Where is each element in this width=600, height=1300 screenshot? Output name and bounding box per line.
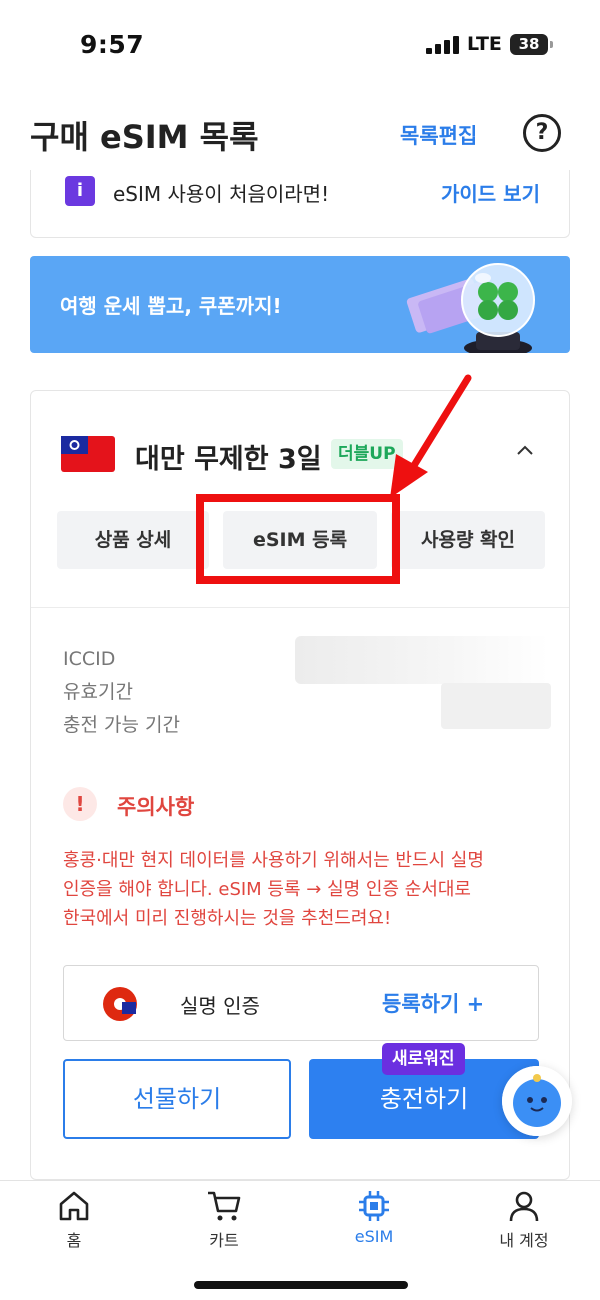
caution-title: 주의사항 xyxy=(117,795,195,819)
page-title: 구매 eSIM 목록 xyxy=(30,118,259,156)
fortune-crystal-ball-icon xyxy=(406,263,535,353)
network-type: LTE xyxy=(467,33,502,55)
nav-cart[interactable]: 카트 xyxy=(164,1189,284,1251)
redacted-value xyxy=(441,683,551,729)
gift-button[interactable]: 선물하기 xyxy=(63,1059,291,1139)
caution-line: 한국에서 미리 진행하시는 것을 추천드려요! xyxy=(63,908,392,929)
validity-label: 유효기간 xyxy=(63,681,133,703)
home-icon xyxy=(59,1191,89,1221)
page-header: 구매 eSIM 목록 목록편집 ? xyxy=(0,100,600,170)
caution-line: 홍콩·대만 현지 데이터를 사용하기 위해서는 반드시 실명 xyxy=(63,850,484,871)
new-badge: 새로워진 xyxy=(382,1043,465,1075)
highlight-box xyxy=(196,494,400,584)
chevron-up-icon[interactable] xyxy=(513,439,537,463)
signal-icon xyxy=(426,36,460,54)
info-labels: ICCID 유효기간 충전 가능 기간 xyxy=(63,643,180,742)
nav-home-label: 홈 xyxy=(66,1231,82,1250)
guide-text: eSIM 사용이 처음이라면! xyxy=(113,182,330,206)
chatbot-icon[interactable] xyxy=(502,1066,572,1136)
status-bar: 9:57 LTE 38 xyxy=(0,0,600,90)
verify-label: 실명 인증 xyxy=(180,994,260,1018)
redacted-value xyxy=(295,636,549,684)
status-time: 9:57 xyxy=(80,30,145,59)
caution-text: 홍콩·대만 현지 데이터를 사용하기 위해서는 반드시 실명 인증을 해야 합니… xyxy=(63,846,543,933)
verify-register-button[interactable]: 등록하기 + xyxy=(382,988,484,1018)
nav-cart-label: 카트 xyxy=(209,1231,239,1250)
tab-product-detail[interactable]: 상품 상세 xyxy=(57,511,209,569)
caution-line: 인증을 해야 합니다. eSIM 등록 → 실명 인증 순서대로 xyxy=(63,879,471,900)
product-name: 대만 무제한 3일 xyxy=(135,444,322,475)
battery-level: 38 xyxy=(518,35,540,53)
red-arrow-icon xyxy=(390,374,472,498)
guide-card: i eSIM 사용이 처음이라면! 가이드 보기 xyxy=(30,170,570,238)
esim-chip-icon xyxy=(359,1191,389,1221)
battery-icon: 38 xyxy=(510,34,553,55)
iccid-label: ICCID xyxy=(63,648,116,670)
info-icon: i xyxy=(65,176,95,206)
divider xyxy=(31,607,569,608)
warning-icon: ! xyxy=(63,787,97,821)
nav-esim[interactable]: eSIM xyxy=(314,1189,434,1246)
edit-list-button[interactable]: 목록편집 xyxy=(400,120,477,150)
question-circle-icon[interactable]: ? xyxy=(523,114,561,152)
recharge-period-label: 충전 가능 기간 xyxy=(63,714,180,736)
taiwan-flag-icon xyxy=(61,436,115,472)
banner-text: 여행 운세 뽑고, 쿠폰까지! xyxy=(60,294,282,318)
promo-banner[interactable]: 여행 운세 뽑고, 쿠폰까지! xyxy=(30,256,570,353)
guide-view-link[interactable]: 가이드 보기 xyxy=(441,178,540,207)
account-icon xyxy=(509,1191,539,1222)
tab-usage-check[interactable]: 사용량 확인 xyxy=(391,511,545,569)
nav-home[interactable]: 홈 xyxy=(14,1189,134,1251)
cart-icon xyxy=(208,1191,241,1221)
home-indicator xyxy=(194,1281,408,1289)
real-name-verify-row[interactable]: 실명 인증 등록하기 + xyxy=(63,965,539,1041)
bottom-nav: 홈 카트 eSIM 내 계정 xyxy=(0,1180,600,1300)
nav-esim-label: eSIM xyxy=(354,1227,394,1246)
nav-account-label: 내 계정 xyxy=(499,1231,549,1250)
nav-account[interactable]: 내 계정 xyxy=(464,1189,584,1251)
hong-kong-taiwan-flag-icon xyxy=(103,987,137,1021)
